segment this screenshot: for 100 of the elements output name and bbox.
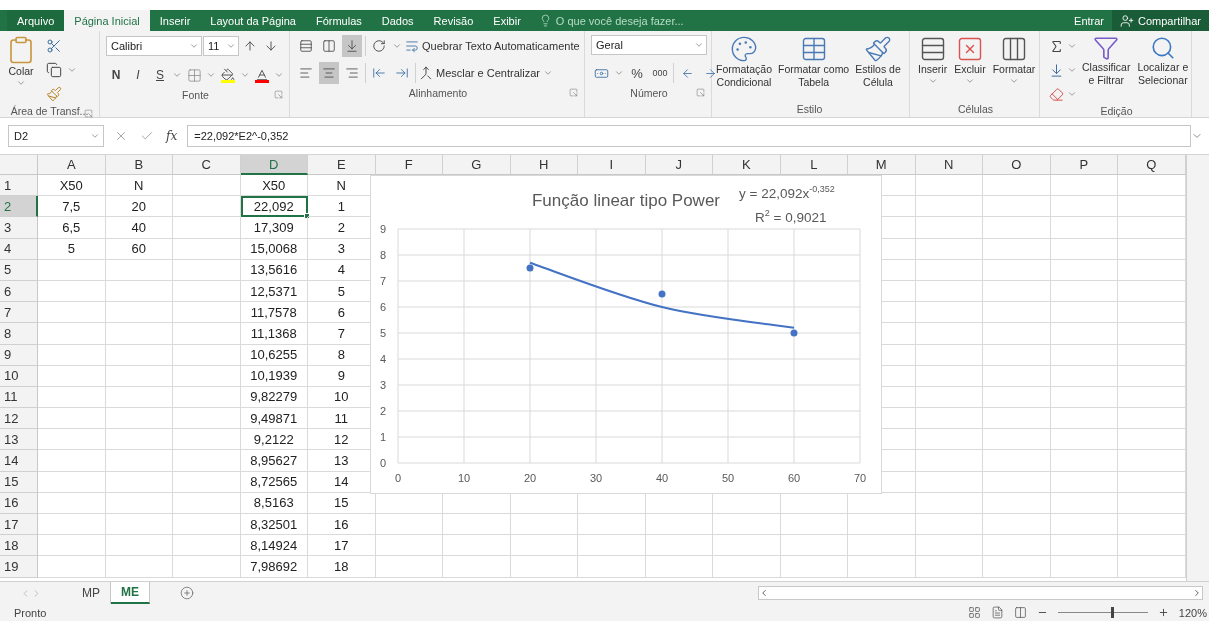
table-cell: 6,5 (38, 217, 106, 239)
table-cell: 11,7578 (240, 302, 308, 324)
row-header[interactable]: 16 (0, 492, 38, 514)
number-format-field[interactable]: Geral (591, 35, 707, 55)
group-label: Número (630, 86, 668, 99)
row-header[interactable]: 15 (0, 471, 38, 493)
x-axis-label: 60 (787, 472, 801, 484)
table-cell: 20 (105, 196, 173, 218)
underline-button[interactable]: S (150, 64, 170, 86)
cells-button[interactable]: Inserir (916, 35, 950, 99)
table-cell: X50 (38, 175, 106, 197)
ribbon-tab[interactable]: Revisão (423, 10, 484, 31)
ribbon-tab[interactable]: Arquivo (7, 10, 65, 31)
italic-button[interactable]: I (128, 64, 148, 86)
row-header[interactable]: 6 (0, 280, 38, 303)
row-header[interactable]: 10 (0, 365, 38, 387)
y-axis-label: 5 (379, 327, 387, 339)
row-header[interactable]: 2 (0, 196, 38, 218)
table-cell: 9,82279 (240, 386, 308, 409)
column-header[interactable]: N (915, 155, 983, 175)
row-header[interactable]: 17 (0, 514, 38, 536)
style-button[interactable]: Formatar como Tabela (776, 35, 852, 99)
column-header[interactable]: L (780, 155, 848, 175)
table-cell: 18 (308, 556, 376, 578)
trendline-equation: R$^{2}$ = 0,9021 (755, 208, 827, 225)
row-header[interactable]: 14 (0, 450, 38, 472)
column-header[interactable]: H (510, 155, 578, 175)
table-cell: 11,1368 (240, 323, 308, 345)
x-axis-label: 0 (394, 472, 402, 484)
formula-field[interactable]: =22,092*E2^-0,352 (187, 125, 1191, 147)
ribbon-tab[interactable]: Dados (371, 10, 424, 31)
bold-button[interactable]: N (106, 64, 126, 86)
ribbon-tab[interactable]: Exibir (483, 10, 531, 31)
row-header[interactable]: 11 (0, 386, 38, 409)
table-cell: X50 (240, 175, 308, 197)
column-header[interactable]: M (848, 155, 916, 175)
column-header[interactable]: B (105, 155, 173, 175)
cells-button[interactable]: Formatar (990, 35, 1038, 99)
row-header[interactable]: 5 (0, 259, 38, 281)
percent-button[interactable]: % (627, 62, 647, 84)
sign-in-link[interactable]: Entrar (1066, 10, 1113, 31)
row-header[interactable]: 12 (0, 408, 38, 430)
column-header[interactable]: D (240, 155, 308, 175)
table-cell: 10,6255 (240, 344, 308, 366)
column-header[interactable]: C (173, 155, 241, 175)
row-header[interactable]: 4 (0, 238, 38, 260)
table-cell: 9,2122 (240, 429, 308, 451)
table-cell: 9,49871 (240, 408, 308, 430)
merge-center-button[interactable]: Mesclar e Centralizar (419, 62, 540, 84)
column-header[interactable]: E (308, 155, 376, 175)
row-header[interactable]: 9 (0, 344, 38, 366)
x-axis-label: 50 (721, 472, 735, 484)
column-header[interactable]: A (38, 155, 106, 175)
column-header[interactable]: O (983, 155, 1051, 175)
status-text: Pronto (14, 606, 47, 619)
column-header[interactable]: I (578, 155, 646, 175)
row-header[interactable]: 18 (0, 535, 38, 557)
editing-button[interactable]: Localizar e Selecionar (1135, 35, 1191, 99)
tell-me-field[interactable]: O que você deseja fazer... (555, 14, 684, 27)
name-box[interactable]: D2 (8, 125, 104, 147)
ribbon-tab[interactable]: Inserir (149, 10, 201, 31)
wrap-text-button[interactable]: Quebrar Texto Automaticamente (405, 35, 580, 57)
x-axis-label: 40 (655, 472, 669, 484)
column-header[interactable]: K (713, 155, 781, 175)
ribbon-tab[interactable]: Layout da Página (200, 10, 306, 31)
thousands-button[interactable]: 000 (650, 62, 670, 84)
table-cell: 8,95627 (240, 450, 308, 472)
row-header[interactable]: 8 (0, 323, 38, 345)
column-header[interactable]: G (443, 155, 511, 175)
trendline-equation: y = 22,092x$^{-0,352}$ (739, 184, 835, 201)
column-header[interactable]: J (645, 155, 713, 175)
paste-button[interactable]: Colar (4, 35, 38, 99)
editing-button[interactable]: Classificar e Filtrar (1080, 35, 1133, 99)
table-cell: 10,1939 (240, 365, 308, 387)
row-header[interactable]: 7 (0, 302, 38, 324)
y-axis-label: 7 (379, 275, 387, 287)
y-axis-label: 8 (379, 249, 387, 261)
style-button[interactable]: Estilos de Célula (853, 35, 903, 99)
insert-function-button[interactable]: fx (166, 129, 178, 143)
row-header[interactable]: 13 (0, 429, 38, 451)
font-name-field[interactable]: Calibri (106, 36, 202, 56)
style-button[interactable]: Formatação Condicional (714, 35, 775, 99)
table-cell: 7,5 (38, 196, 106, 218)
ribbon-tab[interactable]: Página Inicial (64, 10, 150, 31)
ribbon-tab[interactable]: Fórmulas (305, 10, 372, 31)
column-header[interactable]: P (1050, 155, 1118, 175)
cells-button[interactable]: Excluir (952, 35, 988, 99)
table-cell: 5 (38, 238, 106, 260)
sheet-tab[interactable]: ME (111, 582, 150, 604)
zoom-level[interactable]: 120% (1178, 606, 1209, 619)
row-header[interactable]: 3 (0, 217, 38, 239)
group-label: Área de Transf... (10, 105, 89, 117)
row-header[interactable]: 19 (0, 556, 38, 578)
column-header[interactable]: Q (1118, 155, 1186, 175)
column-header[interactable]: F (375, 155, 443, 175)
row-header[interactable]: 1 (0, 175, 38, 197)
share-button[interactable]: Compartilhar (1112, 10, 1209, 31)
table-cell: 8,14924 (240, 535, 308, 557)
font-size-field[interactable]: 11 (203, 36, 239, 56)
y-axis-label: 1 (379, 431, 387, 443)
